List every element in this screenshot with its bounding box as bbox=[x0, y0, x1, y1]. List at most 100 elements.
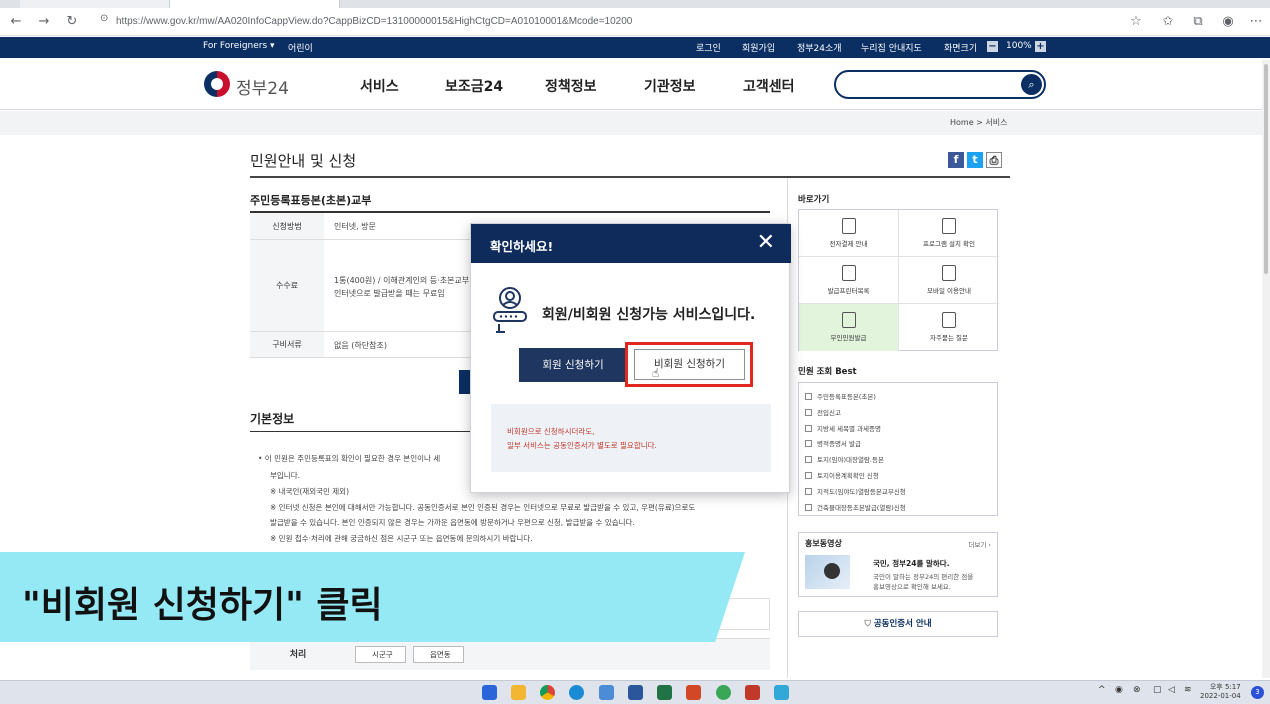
sitemap-link[interactable]: 누리집 안내지도 bbox=[861, 41, 922, 54]
list-item[interactable]: 건축물대장등초본발급(열람)신청 bbox=[805, 502, 906, 512]
breadcrumb[interactable]: Home > 서비스 bbox=[950, 117, 1008, 128]
for-foreigners-link[interactable]: For Foreigners ▾ bbox=[203, 41, 275, 51]
mobile-icon bbox=[942, 265, 956, 281]
tray-icon[interactable]: ⊗ bbox=[1133, 685, 1141, 695]
quick-link-mobile[interactable]: 모바일 이용안내 bbox=[899, 257, 999, 304]
volume-icon[interactable]: ◁ bbox=[1168, 685, 1175, 695]
basic-info-text: 부입니다. bbox=[270, 471, 300, 480]
list-item[interactable]: 토지이용계획확인 신청 bbox=[805, 470, 879, 480]
guest-apply-button[interactable]: 비회원 신청하기 bbox=[634, 349, 745, 380]
list-item[interactable]: 지적도(임야도)열람등본교부신청 bbox=[805, 486, 906, 496]
confirm-modal: 확인하세요! ✕ 회원/비회원 신청가능 서비스입니다. 회원 신청하기 비회원… bbox=[470, 223, 791, 493]
taskbar-clock[interactable]: 오후 5:17 2022-01-04 bbox=[1200, 683, 1241, 701]
app-icon[interactable] bbox=[599, 685, 614, 700]
quick-links-grid: 전자결제 안내 프로그램 설치 확인 발급프린터목록 모바일 이용안내 무인민원… bbox=[798, 209, 999, 351]
login-link[interactable]: 로그인 bbox=[696, 41, 721, 54]
browser-tab-inactive[interactable] bbox=[20, 0, 170, 8]
chrome-icon[interactable] bbox=[540, 685, 555, 700]
reload-icon[interactable]: ↻ bbox=[64, 14, 80, 30]
edge-icon[interactable] bbox=[569, 685, 584, 700]
gnb-item-services[interactable]: 서비스 bbox=[360, 76, 399, 96]
list-item[interactable]: 지방세 세목별 과세증명 bbox=[805, 423, 881, 433]
promo-heading: 홍보동영상 bbox=[805, 539, 842, 548]
tray-icon[interactable]: ▢ bbox=[1153, 685, 1162, 695]
play-icon[interactable] bbox=[824, 563, 840, 579]
list-item[interactable]: 병적증명서 발급 bbox=[805, 438, 861, 448]
powerpoint-icon[interactable] bbox=[686, 685, 701, 700]
profile-icon[interactable]: ◉ bbox=[1220, 14, 1236, 30]
basic-info-text: ※ 인터넷 신청은 본인에 대해서만 가능합니다. 공동인증서로 본인 인증된 … bbox=[270, 503, 696, 512]
print-icon[interactable]: ⎙ bbox=[986, 152, 1002, 168]
list-item[interactable]: 전입신고 bbox=[805, 407, 841, 417]
app-icon[interactable] bbox=[716, 685, 731, 700]
zoom-out-button[interactable]: − bbox=[987, 41, 998, 52]
collections-icon[interactable]: ⧉ bbox=[1190, 14, 1206, 30]
about-link[interactable]: 정부24소개 bbox=[797, 41, 842, 54]
quick-link-printer[interactable]: 발급프린터목록 bbox=[799, 257, 899, 304]
gnb-item-agency[interactable]: 기관정보 bbox=[644, 76, 696, 96]
certificate-guide-button[interactable]: ⛉ 공동인증서 안내 bbox=[798, 611, 998, 637]
quick-link-program[interactable]: 프로그램 설치 확인 bbox=[899, 210, 999, 257]
browser-tab-active[interactable] bbox=[170, 0, 340, 8]
basic-info-text: ※ 민원 접수·처리에 관해 궁금하신 점은 시군구 또는 읍면동에 문의하시기… bbox=[270, 534, 533, 543]
best-list-heading: 민원 조회 Best bbox=[798, 367, 857, 377]
search-icon[interactable]: ⌕ bbox=[1021, 74, 1042, 95]
back-icon[interactable]: ← bbox=[8, 14, 24, 30]
quick-link-label: 자주묻는 질문 bbox=[930, 334, 968, 342]
promo-video-thumbnail[interactable] bbox=[805, 555, 850, 589]
quick-link-label: 무인민원발급 bbox=[830, 334, 867, 342]
process-item-eupmyeondong[interactable]: 읍면동 bbox=[413, 646, 464, 663]
app-icon[interactable] bbox=[745, 685, 760, 700]
kids-link[interactable]: 어린이 bbox=[288, 41, 313, 54]
twitter-share-icon[interactable]: t bbox=[967, 152, 983, 168]
promo-desc: 국민이 말하는 정부24의 편리한 점을 bbox=[873, 573, 974, 581]
url-field[interactable]: https://www.gov.kr/mw/AA020InfoCappView.… bbox=[116, 12, 1176, 32]
tray-chevron-icon[interactable]: ^ bbox=[1098, 685, 1106, 695]
quick-link-payment[interactable]: 전자결제 안내 bbox=[799, 210, 899, 257]
table-header-cell: 신청방법 bbox=[250, 213, 324, 239]
gnb-item-support[interactable]: 고객센터 bbox=[743, 76, 795, 96]
scrollbar-thumb[interactable] bbox=[1264, 64, 1268, 274]
excel-icon[interactable] bbox=[657, 685, 672, 700]
table-cell: 1통(400원) / 이해관계인의 등·초본교부 bbox=[334, 276, 470, 285]
notice-line: 비회원으로 신청하시더라도, bbox=[507, 427, 595, 436]
network-icon[interactable]: ≋ bbox=[1184, 685, 1192, 695]
close-icon[interactable]: ✕ bbox=[757, 231, 775, 255]
favorites-icon[interactable]: ✩ bbox=[1160, 14, 1176, 30]
list-item[interactable]: 주민등록표등본(초본) bbox=[805, 391, 876, 401]
word-icon[interactable] bbox=[628, 685, 643, 700]
app-icon[interactable] bbox=[774, 685, 789, 700]
site-utility-bar: For Foreigners ▾ 어린이 로그인 회원가입 정부24소개 누리집… bbox=[0, 37, 1270, 58]
forward-icon[interactable]: → bbox=[36, 14, 52, 30]
notification-badge[interactable]: 3 bbox=[1251, 686, 1264, 699]
facebook-share-icon[interactable]: f bbox=[948, 152, 964, 168]
search-input[interactable]: ⌕ bbox=[834, 70, 1046, 99]
site-logo[interactable]: 정부24 bbox=[236, 74, 289, 99]
gnb-item-policy[interactable]: 정책정보 bbox=[545, 76, 597, 96]
government-emblem-icon[interactable] bbox=[204, 71, 230, 97]
clock-time: 오후 5:17 bbox=[1209, 683, 1241, 691]
quick-link-kiosk[interactable]: 무인민원발급 bbox=[799, 304, 899, 351]
promo-video-box: 홍보동영상 더보기 › 국민, 정부24를 말하다. 국민이 말하는 정부24의… bbox=[798, 532, 998, 597]
browser-tab-strip bbox=[0, 0, 1270, 8]
tray-icon[interactable]: ◉ bbox=[1115, 685, 1123, 695]
file-explorer-icon[interactable] bbox=[511, 685, 526, 700]
screen-size-label: 화면크기 bbox=[944, 44, 978, 54]
list-item[interactable]: 토지(임야)대장열람.등본 bbox=[805, 454, 884, 464]
gnb-item-subsidy[interactable]: 보조금24 bbox=[445, 76, 503, 96]
zoom-in-button[interactable]: + bbox=[1035, 41, 1046, 52]
favorite-star-icon[interactable]: ☆ bbox=[1128, 14, 1144, 30]
certificate-guide-label: 공동인증서 안내 bbox=[873, 619, 932, 629]
signup-link[interactable]: 회원가입 bbox=[742, 41, 775, 54]
quick-links-heading: 바로가기 bbox=[798, 195, 830, 205]
member-apply-button[interactable]: 회원 신청하기 bbox=[519, 348, 627, 382]
promo-more-link[interactable]: 더보기 › bbox=[968, 539, 991, 549]
more-icon[interactable]: ⋯ bbox=[1248, 14, 1264, 30]
clock-date: 2022-01-04 bbox=[1200, 692, 1241, 700]
start-icon[interactable] bbox=[482, 685, 497, 700]
quick-link-faq[interactable]: 자주묻는 질문 bbox=[899, 304, 999, 351]
notice-line: 일부 서비스는 공동인증서가 별도로 필요합니다. bbox=[507, 441, 657, 450]
process-item-sigungu[interactable]: 시군구 bbox=[355, 646, 406, 663]
process-label: 처리 bbox=[289, 650, 307, 660]
modal-notice: 비회원으로 신청하시더라도, 일부 서비스는 공동인증서가 별도로 필요합니다. bbox=[491, 404, 771, 472]
